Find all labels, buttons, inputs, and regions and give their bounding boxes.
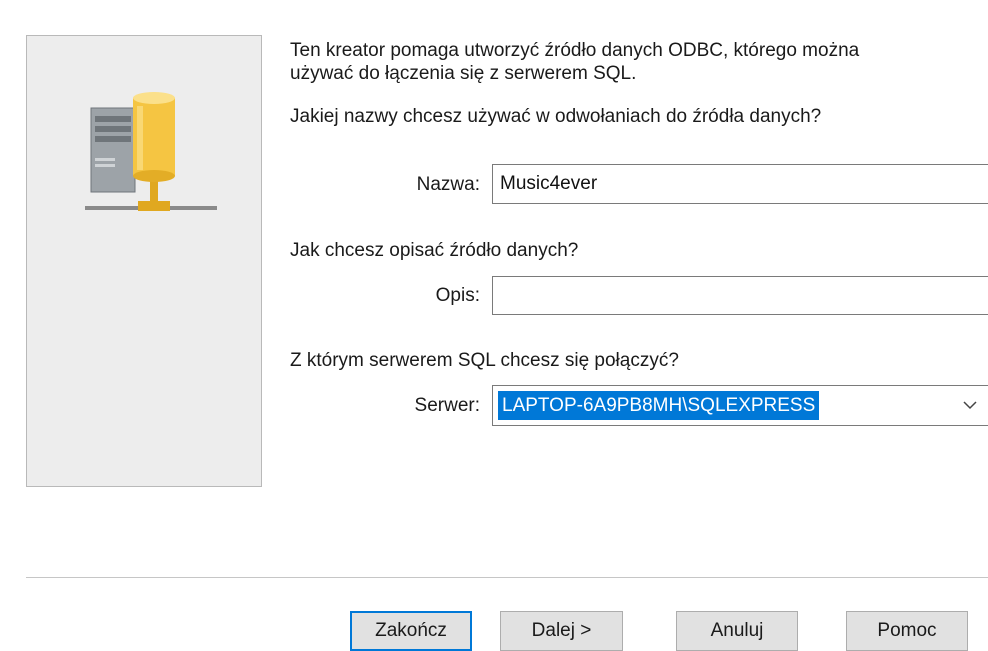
name-field[interactable] — [492, 164, 988, 204]
intro-text-line-2: używać do łączenia się z serwerem SQL. — [290, 63, 637, 84]
description-question: Jak chcesz opisać źródło danych? — [290, 240, 579, 261]
intro-text-line-1: Ten kreator pomaga utworzyć źródło danyc… — [290, 40, 860, 61]
button-bar-divider — [26, 577, 988, 578]
odbc-wizard-dialog: Ten kreator pomaga utworzyć źródło danyc… — [0, 0, 988, 651]
server-question: Z którym serwerem SQL chcesz się połączy… — [290, 350, 679, 371]
finish-button[interactable]: Zakończ — [350, 611, 472, 651]
description-field[interactable] — [492, 276, 988, 315]
cancel-button[interactable]: Anuluj — [676, 611, 798, 651]
description-label: Opis: — [435, 285, 480, 306]
next-button[interactable]: Dalej > — [500, 611, 623, 651]
name-question: Jakiej nazwy chcesz używać w odwołaniach… — [290, 106, 822, 127]
server-dropdown-value: LAPTOP-6A9PB8MH\SQLEXPRESS — [498, 391, 820, 420]
name-label: Nazwa: — [416, 174, 480, 195]
help-button[interactable]: Pomoc — [846, 611, 968, 651]
wizard-side-panel — [26, 35, 262, 487]
server-label: Serwer: — [414, 395, 480, 416]
server-dropdown[interactable]: LAPTOP-6A9PB8MH\SQLEXPRESS — [492, 385, 988, 426]
server-database-network-icon — [85, 92, 217, 211]
chevron-down-icon[interactable] — [963, 398, 977, 412]
